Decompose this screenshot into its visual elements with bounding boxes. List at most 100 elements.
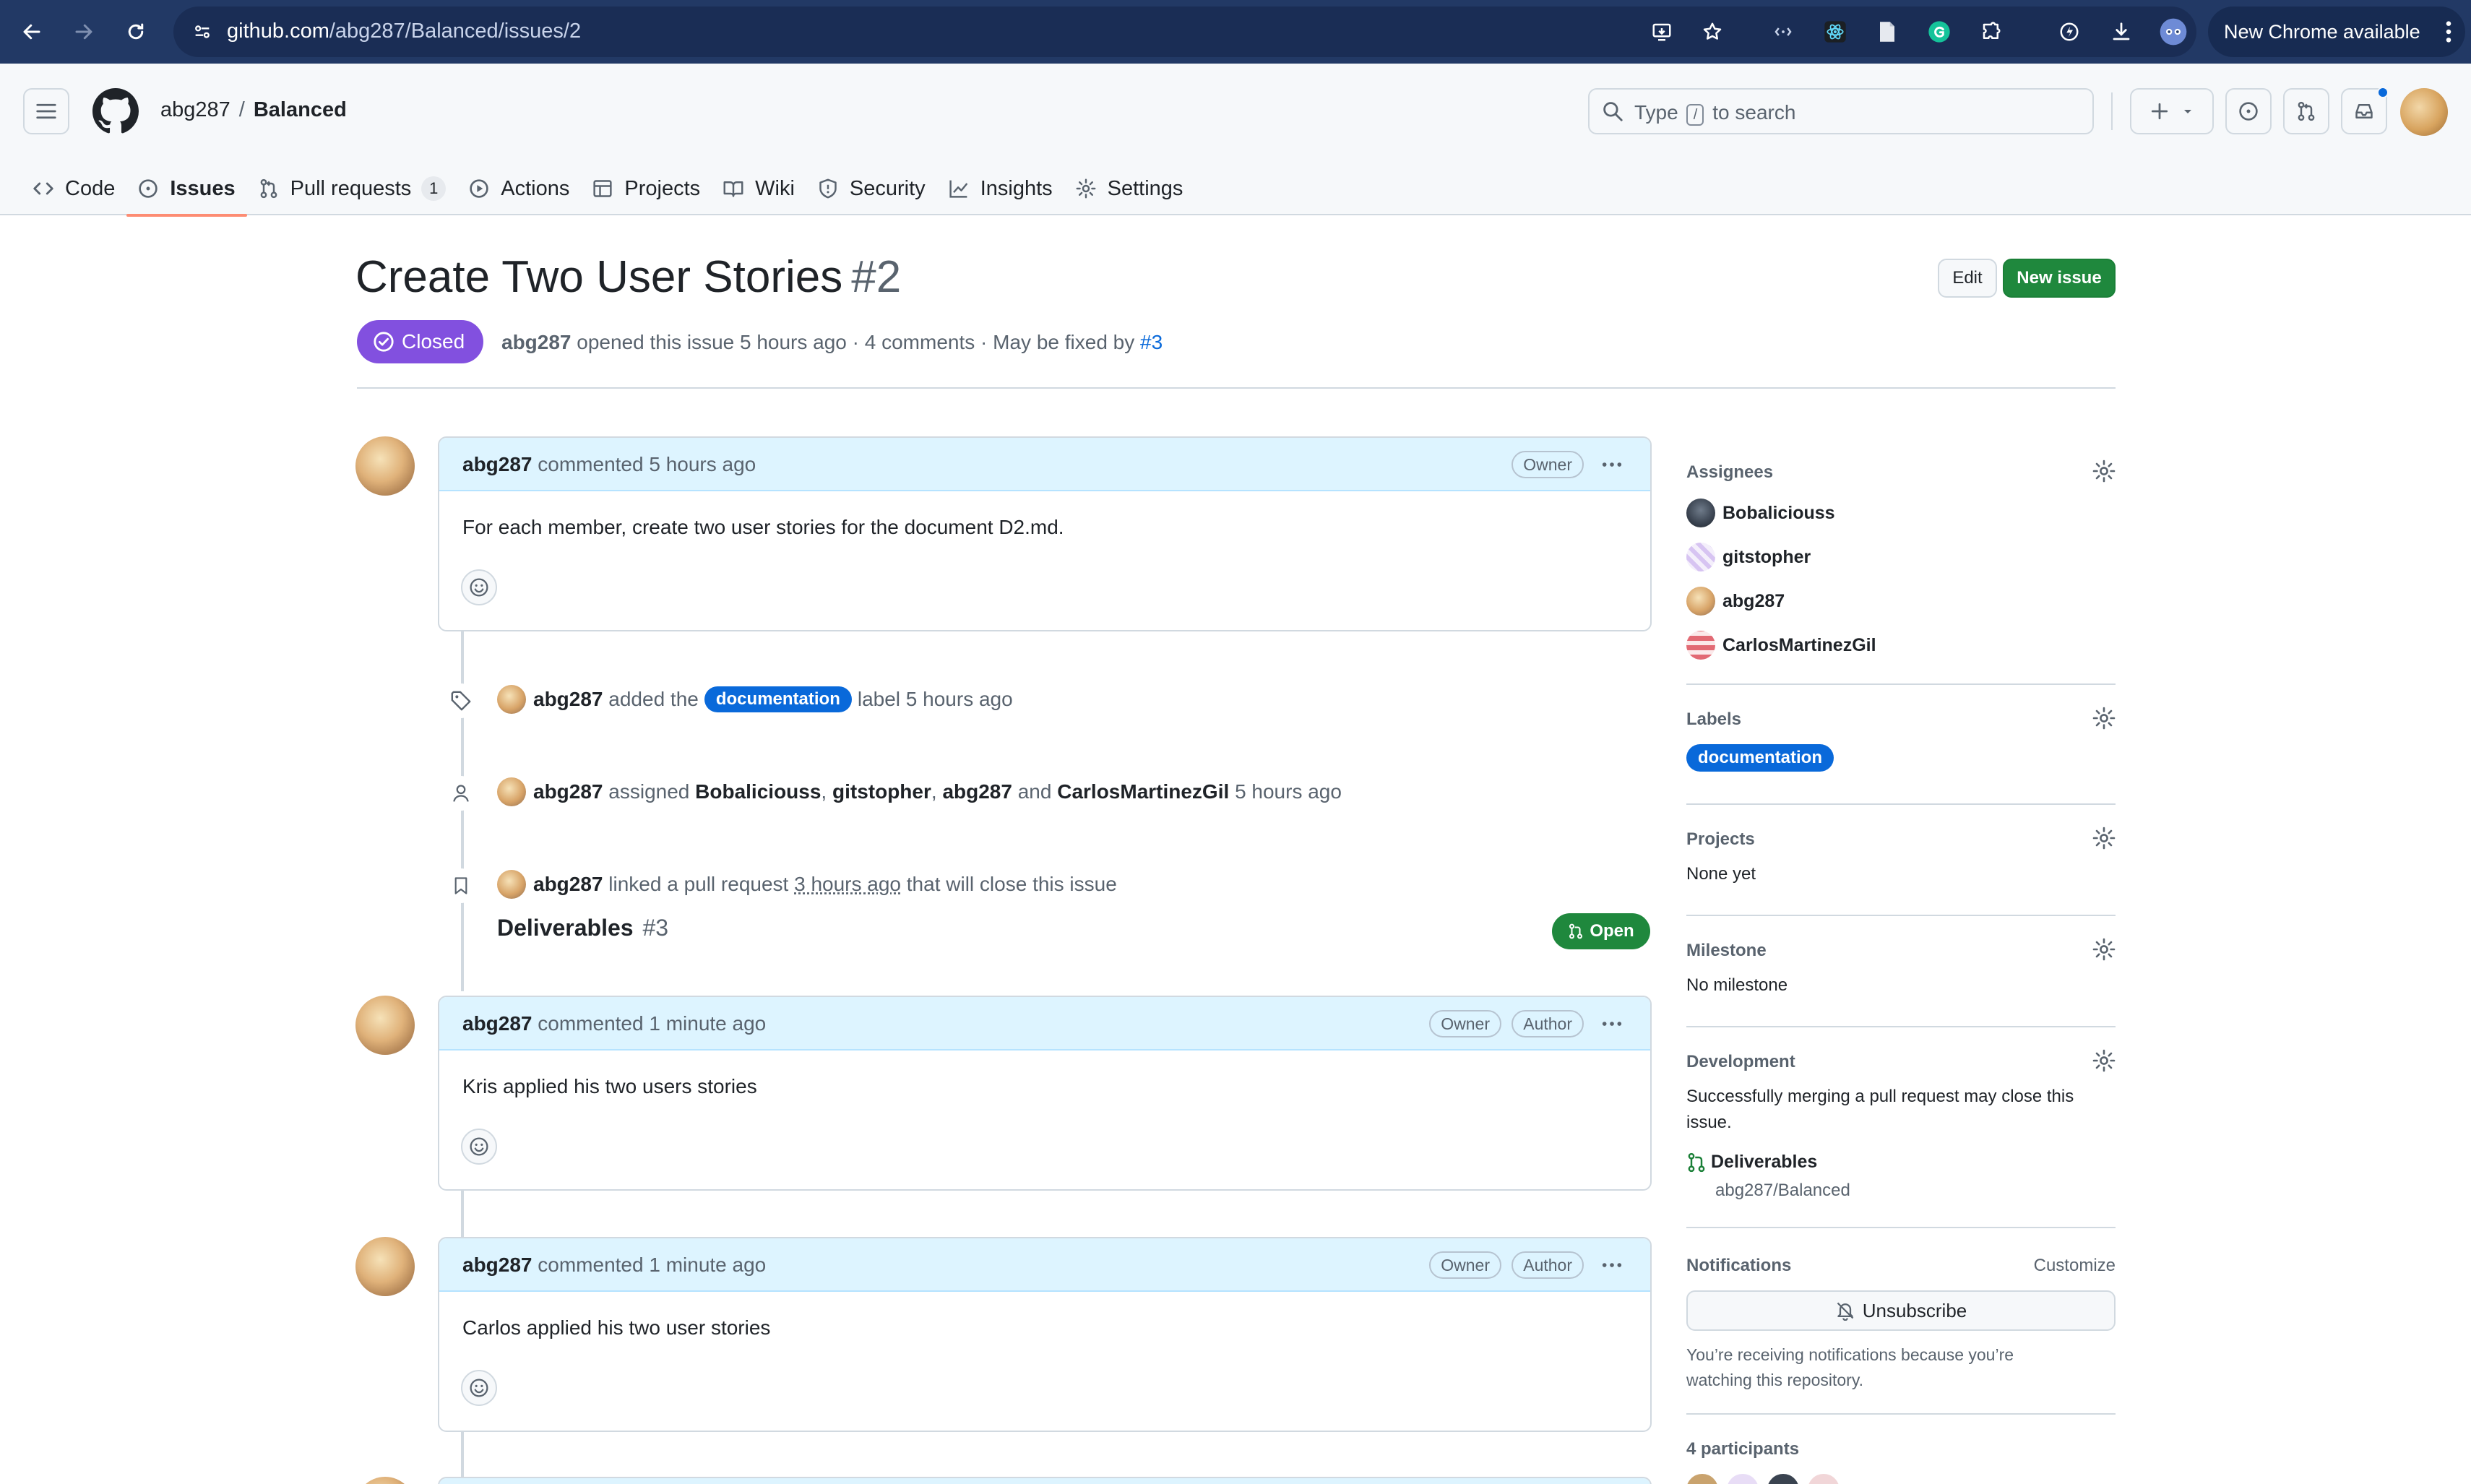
avatar[interactable] [355, 436, 415, 496]
menu-button[interactable] [23, 88, 69, 134]
tab-settings[interactable]: Settings [1064, 162, 1195, 215]
tab-wiki[interactable]: Wiki [712, 162, 806, 215]
extensions-puzzle-icon[interactable] [1974, 14, 2009, 49]
assignee-link[interactable]: abg287 [942, 780, 1012, 803]
profile-icon[interactable] [2156, 14, 2191, 49]
assignee-link[interactable]: gitstopher [832, 780, 931, 803]
fixed-by-link[interactable]: #3 [1140, 331, 1163, 353]
url-text: github.com/abg287/Balanced/issues/2 [227, 20, 581, 43]
sidebar-development: Development Successfully merging a pull … [1686, 1046, 2116, 1228]
react-devtools-icon[interactable] [1818, 14, 1853, 49]
tab-insights[interactable]: Insights [937, 162, 1064, 215]
tab-security[interactable]: Security [806, 162, 937, 215]
development-pr-repo: abg287/Balanced [1715, 1181, 1850, 1200]
gear-icon[interactable] [2092, 707, 2116, 730]
issue-opened-icon [138, 178, 170, 199]
comment-author-link[interactable]: abg287 [462, 1012, 532, 1035]
comment [438, 1477, 1652, 1484]
assignee-link[interactable]: CarlosMartinezGil [1057, 780, 1229, 803]
assignee-item[interactable]: Bobaliciouss [1686, 499, 1835, 527]
site-info-icon[interactable] [185, 14, 220, 49]
comment-header: abg287 commented 1 minute ago Owner Auth… [439, 997, 1650, 1051]
customize-link[interactable]: Customize [2034, 1256, 2116, 1276]
assignee-link[interactable]: Bobaliciouss [695, 780, 821, 803]
comment-author-link[interactable]: abg287 [462, 1254, 532, 1276]
event-actor-link[interactable]: abg287 [533, 873, 603, 896]
event-actor-link[interactable]: abg287 [533, 688, 603, 711]
breadcrumb-repo-link[interactable]: Balanced [254, 98, 347, 121]
smiley-icon[interactable] [461, 1370, 497, 1406]
event-actor-link[interactable]: abg287 [533, 780, 603, 803]
linked-pr-title[interactable]: Deliverables #3 [497, 915, 668, 941]
tab-actions[interactable]: Actions [457, 162, 581, 215]
grammarly-icon[interactable] [1922, 14, 1957, 49]
issue-author-link[interactable]: abg287 [501, 331, 572, 353]
assignee-item[interactable]: CarlosMartinezGil [1686, 631, 1876, 660]
comment: abg287 commented 1 minute ago Owner Auth… [438, 996, 1652, 1191]
url-path: /abg287/Balanced/issues/2 [329, 20, 582, 43]
gear-icon[interactable] [2092, 938, 2116, 961]
tab-pull-requests[interactable]: Pull requests 1 [247, 162, 458, 215]
back-icon[interactable] [14, 14, 49, 49]
gear-icon[interactable] [2092, 827, 2116, 850]
tab-projects[interactable]: Projects [581, 162, 712, 215]
search-placeholder-prefix: Type [1634, 101, 1678, 124]
avatar[interactable] [1808, 1474, 1840, 1484]
issue-number: #2 [851, 252, 902, 302]
more-vert-icon [2445, 20, 2452, 44]
gear-icon[interactable] [2092, 460, 2116, 483]
development-pr-link[interactable]: Deliverables [1686, 1152, 1817, 1173]
avatar[interactable] [497, 870, 526, 899]
github-logo-icon[interactable] [92, 88, 139, 134]
event-timestamp[interactable]: 3 hours ago [794, 873, 901, 896]
kebab-horizontal-icon[interactable] [1600, 1013, 1624, 1035]
avatar[interactable] [1767, 1474, 1799, 1484]
forward-icon[interactable] [66, 14, 101, 49]
comment-body-text: For each member, create two user stories… [462, 516, 1064, 538]
kebab-horizontal-icon[interactable] [1600, 1254, 1624, 1276]
unsubscribe-button[interactable]: Unsubscribe [1686, 1290, 2116, 1331]
comment-author-link[interactable]: abg287 [462, 453, 532, 475]
tab-code[interactable]: Code [22, 162, 126, 215]
breadcrumb-owner-link[interactable]: abg287 [160, 98, 230, 121]
avatar[interactable] [497, 685, 526, 714]
smiley-icon[interactable] [461, 1129, 497, 1165]
pr-open-badge-label: Open [1590, 921, 1634, 941]
install-app-icon[interactable] [1644, 14, 1679, 49]
new-chrome-available-button[interactable]: New Chrome available [2208, 7, 2465, 57]
create-new-button[interactable] [2130, 88, 2214, 134]
assignee-item[interactable]: abg287 [1686, 587, 1785, 616]
pull-requests-button[interactable] [2283, 88, 2329, 134]
new-issue-button[interactable]: New issue [2003, 259, 2116, 298]
documentation-label[interactable]: documentation [704, 686, 852, 712]
search-input[interactable]: Type / to search [1588, 88, 2094, 134]
comment-meta: abg287 commented 5 hours ago [462, 453, 756, 476]
extension-icon-1[interactable] [1766, 14, 1801, 49]
comment-timestamp[interactable]: commented 1 minute ago [538, 1012, 766, 1035]
edit-button[interactable]: Edit [1938, 259, 1997, 298]
avatar[interactable] [497, 777, 526, 806]
avatar[interactable] [355, 1237, 415, 1296]
issues-button[interactable] [2225, 88, 2272, 134]
download-icon[interactable] [2104, 14, 2139, 49]
user-avatar[interactable] [2400, 88, 2448, 136]
performance-icon[interactable] [2052, 14, 2087, 49]
smiley-icon[interactable] [461, 569, 497, 605]
avatar[interactable] [355, 1477, 415, 1484]
reload-icon[interactable] [118, 14, 153, 49]
comment-timestamp[interactable]: commented 5 hours ago [538, 453, 756, 475]
development-pr-title: Deliverables [1711, 1152, 1818, 1172]
development-text: Successfully merging a pull request may … [1686, 1087, 2074, 1132]
avatar[interactable] [1686, 1474, 1718, 1484]
kebab-horizontal-icon[interactable] [1600, 454, 1624, 475]
assignee-item[interactable]: gitstopher [1686, 543, 1811, 571]
bookmark-star-icon[interactable] [1695, 14, 1730, 49]
url-host: github.com [227, 20, 329, 43]
comment-timestamp[interactable]: commented 1 minute ago [538, 1254, 766, 1276]
documentation-label[interactable]: documentation [1686, 744, 1834, 772]
gear-icon[interactable] [2092, 1049, 2116, 1072]
tab-issues[interactable]: Issues [126, 162, 247, 217]
avatar[interactable] [1727, 1474, 1759, 1484]
document-extension-icon[interactable] [1870, 14, 1905, 49]
avatar[interactable] [355, 996, 415, 1055]
